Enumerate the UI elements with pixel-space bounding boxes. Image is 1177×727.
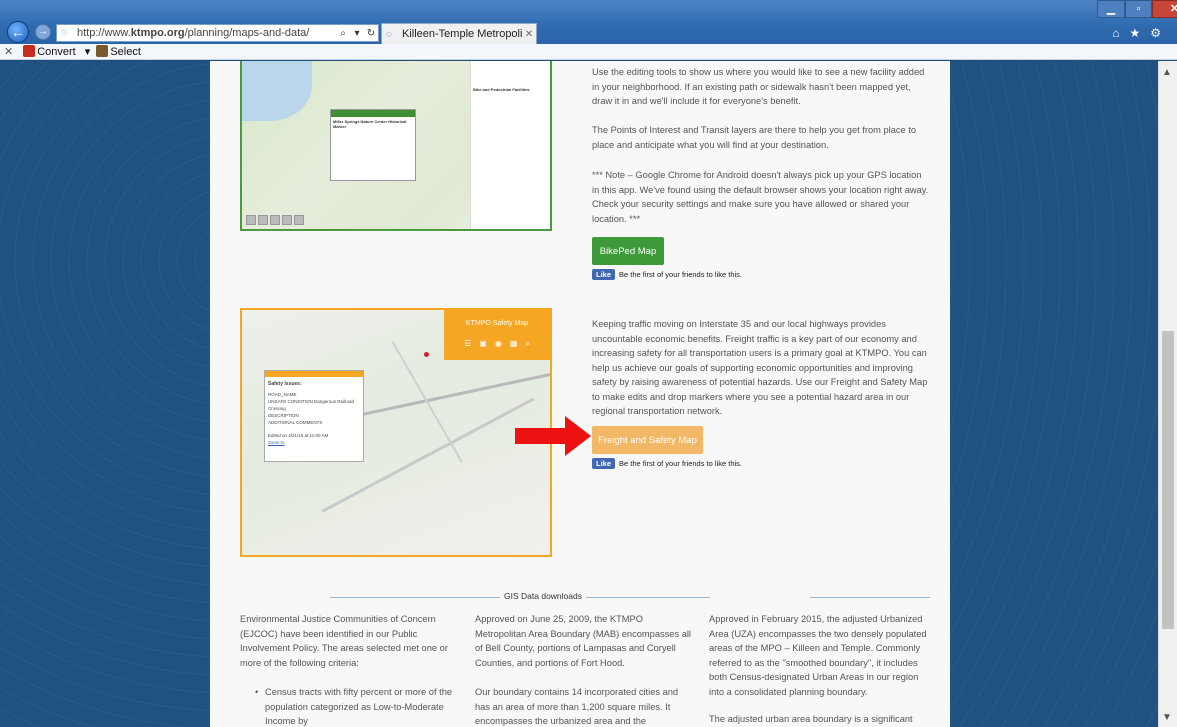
address-bar[interactable]: ◌ http://www.ktmpo.org/planning/maps-and… [56,24,379,42]
select-button[interactable]: Select [96,45,147,58]
map-tool-icon[interactable] [282,215,292,225]
tab-close-icon[interactable]: ✕ [522,29,536,40]
map-tool-icon[interactable] [294,215,304,225]
safety-map-image[interactable]: KTMPO Safety Map ☰ ▣ ◉ ▦ ⌕ Safety Issues… [240,308,552,557]
favorites-star-icon[interactable]: ★ [1129,26,1140,40]
convert-icon [23,45,36,57]
safety-paragraph: Keeping traffic moving on Interstate 35 … [592,319,928,416]
edit-icon[interactable]: ▣ [479,339,487,349]
gis-col3-paragraph-1: Approved in February 2015, the adjusted … [709,614,927,697]
maximize-button[interactable]: ▫ [1125,0,1152,18]
tab-page-icon: ◌ [386,28,392,40]
map-popup: Miller Springs Nature Center Historical … [330,109,416,181]
popup-line: ADDITIONAL COMMENTS [268,420,323,425]
map-tool-icon[interactable] [270,215,280,225]
command-bar: ✕ Convert ▾ Select [0,44,1177,60]
bikeped-paragraph-2: The Points of Interest and Transit layer… [592,125,917,150]
select-icon [96,45,109,57]
bikeped-map-image[interactable]: Miller Springs Nature Center Historical … [240,61,552,231]
map-popup-title: Miller Springs Nature Center Historical … [333,119,407,129]
browser-titlebar: ← → ◌ http://www.ktmpo.org/planning/maps… [0,0,1177,44]
minimize-button[interactable]: ▁ [1097,0,1125,18]
safety-like-button[interactable]: Like [592,458,616,469]
gis-col3-paragraph-2: The adjusted urban area boundary is a si… [709,714,913,724]
map-legend: Bike and Pedestrian Facilities [470,61,550,229]
page-icon: ◌ [61,27,67,38]
grid-icon[interactable]: ▦ [510,339,518,349]
toolbar-icons: ⌂ ★ ⚙ [1112,26,1161,40]
gis-col2-paragraph-2: Our boundary contains 14 incorporated ci… [475,687,679,726]
bikeped-like-text: Be the first of your friends to like thi… [619,270,742,279]
map-water [242,61,312,121]
search-map-icon[interactable]: ⌕ [525,339,529,349]
gis-col1-paragraph: Environmental Justice Communities of Con… [240,614,448,668]
bikeped-like-widget: Like Be the first of your friends to lik… [592,269,742,280]
safety-map-tools: ☰ ▣ ◉ ▦ ⌕ [444,339,550,349]
forward-button[interactable]: → [35,24,51,40]
back-button[interactable]: ← [7,21,29,43]
safety-popup-body: ROAD_NAME UNSAFE CONDITION Dangerous Rai… [268,391,360,446]
safety-map-popup: Safety Issues: ROAD_NAME UNSAFE CONDITIO… [264,370,364,462]
scroll-thumb[interactable] [1162,331,1174,629]
url-text: http://www.ktmpo.org/planning/maps-and-d… [77,27,310,39]
section-divider [810,597,930,598]
tab-title: Killeen-Temple Metropolita... [402,28,522,40]
main-content: Miller Springs Nature Center Historical … [210,61,950,727]
bikeped-map-button[interactable]: BikePed Map [592,237,664,265]
dropdown-icon[interactable]: ▾ [350,28,364,39]
map-tool-icon[interactable] [258,215,268,225]
safety-map-header-title: KTMPO Safety Map [465,320,529,327]
bikeped-like-button[interactable]: Like [592,269,616,280]
list-icon[interactable]: ☰ [464,339,471,349]
settings-gear-icon[interactable]: ⚙ [1150,26,1161,40]
convert-button[interactable]: Convert ▾ [23,45,90,58]
popup-line: UNSAFE CONDITION Dangerous Railroad Cros… [268,399,355,411]
safety-like-widget: Like Be the first of your friends to lik… [592,458,742,469]
bikeped-paragraph-3: *** Note – Google Chrome for Android doe… [592,170,929,224]
window-controls: ▁ ▫ ✕ [1097,0,1177,18]
gis-col1-bullet: • Census tracts with fifty percent or mo… [255,685,465,727]
scroll-down-icon[interactable]: ▼ [1162,712,1172,723]
popup-line: DESCRIPTION [268,413,299,418]
layers-icon[interactable]: ◉ [495,339,502,349]
gis-section-title: GIS Data downloads [500,591,586,601]
map-tools [246,215,304,225]
popup-line: Edited on 4/21/16 at 11:00 AM [268,433,329,438]
vertical-scrollbar[interactable]: ▲ ▼ [1158,61,1177,727]
bullet-dot: • [255,687,259,697]
red-arrow-annotation [515,416,591,456]
refresh-icon[interactable]: ↻ [364,28,378,39]
search-icon[interactable]: ⌕ [336,28,350,39]
safety-like-text: Be the first of your friends to like thi… [619,459,742,468]
gis-col1-bullet-text: Census tracts with fifty percent or more… [265,687,453,726]
map-legend-title: Bike and Pedestrian Facilities [473,87,530,92]
close-window-button[interactable]: ✕ [1152,0,1177,18]
safety-popup-title: Safety Issues: [268,381,302,387]
map-tool-icon[interactable] [246,215,256,225]
browser-tab[interactable]: ◌ Killeen-Temple Metropolita... ✕ [381,23,537,44]
freight-safety-map-button[interactable]: Freight and Safety Map [592,426,703,454]
map-marker[interactable] [424,352,429,357]
popup-zoom-link[interactable]: Zoom to [268,439,360,446]
bikeped-paragraph-1: Use the editing tools to show us where y… [592,67,925,106]
gis-col2-paragraph-1: Approved on June 25, 2009, the KTMPO Met… [475,614,691,668]
safety-map-header: KTMPO Safety Map ☰ ▣ ◉ ▦ ⌕ [444,310,550,360]
close-toolbar-icon[interactable]: ✕ [4,45,13,58]
home-icon[interactable]: ⌂ [1112,26,1119,40]
popup-line: ROAD_NAME [268,392,297,397]
scroll-up-icon[interactable]: ▲ [1162,67,1172,78]
